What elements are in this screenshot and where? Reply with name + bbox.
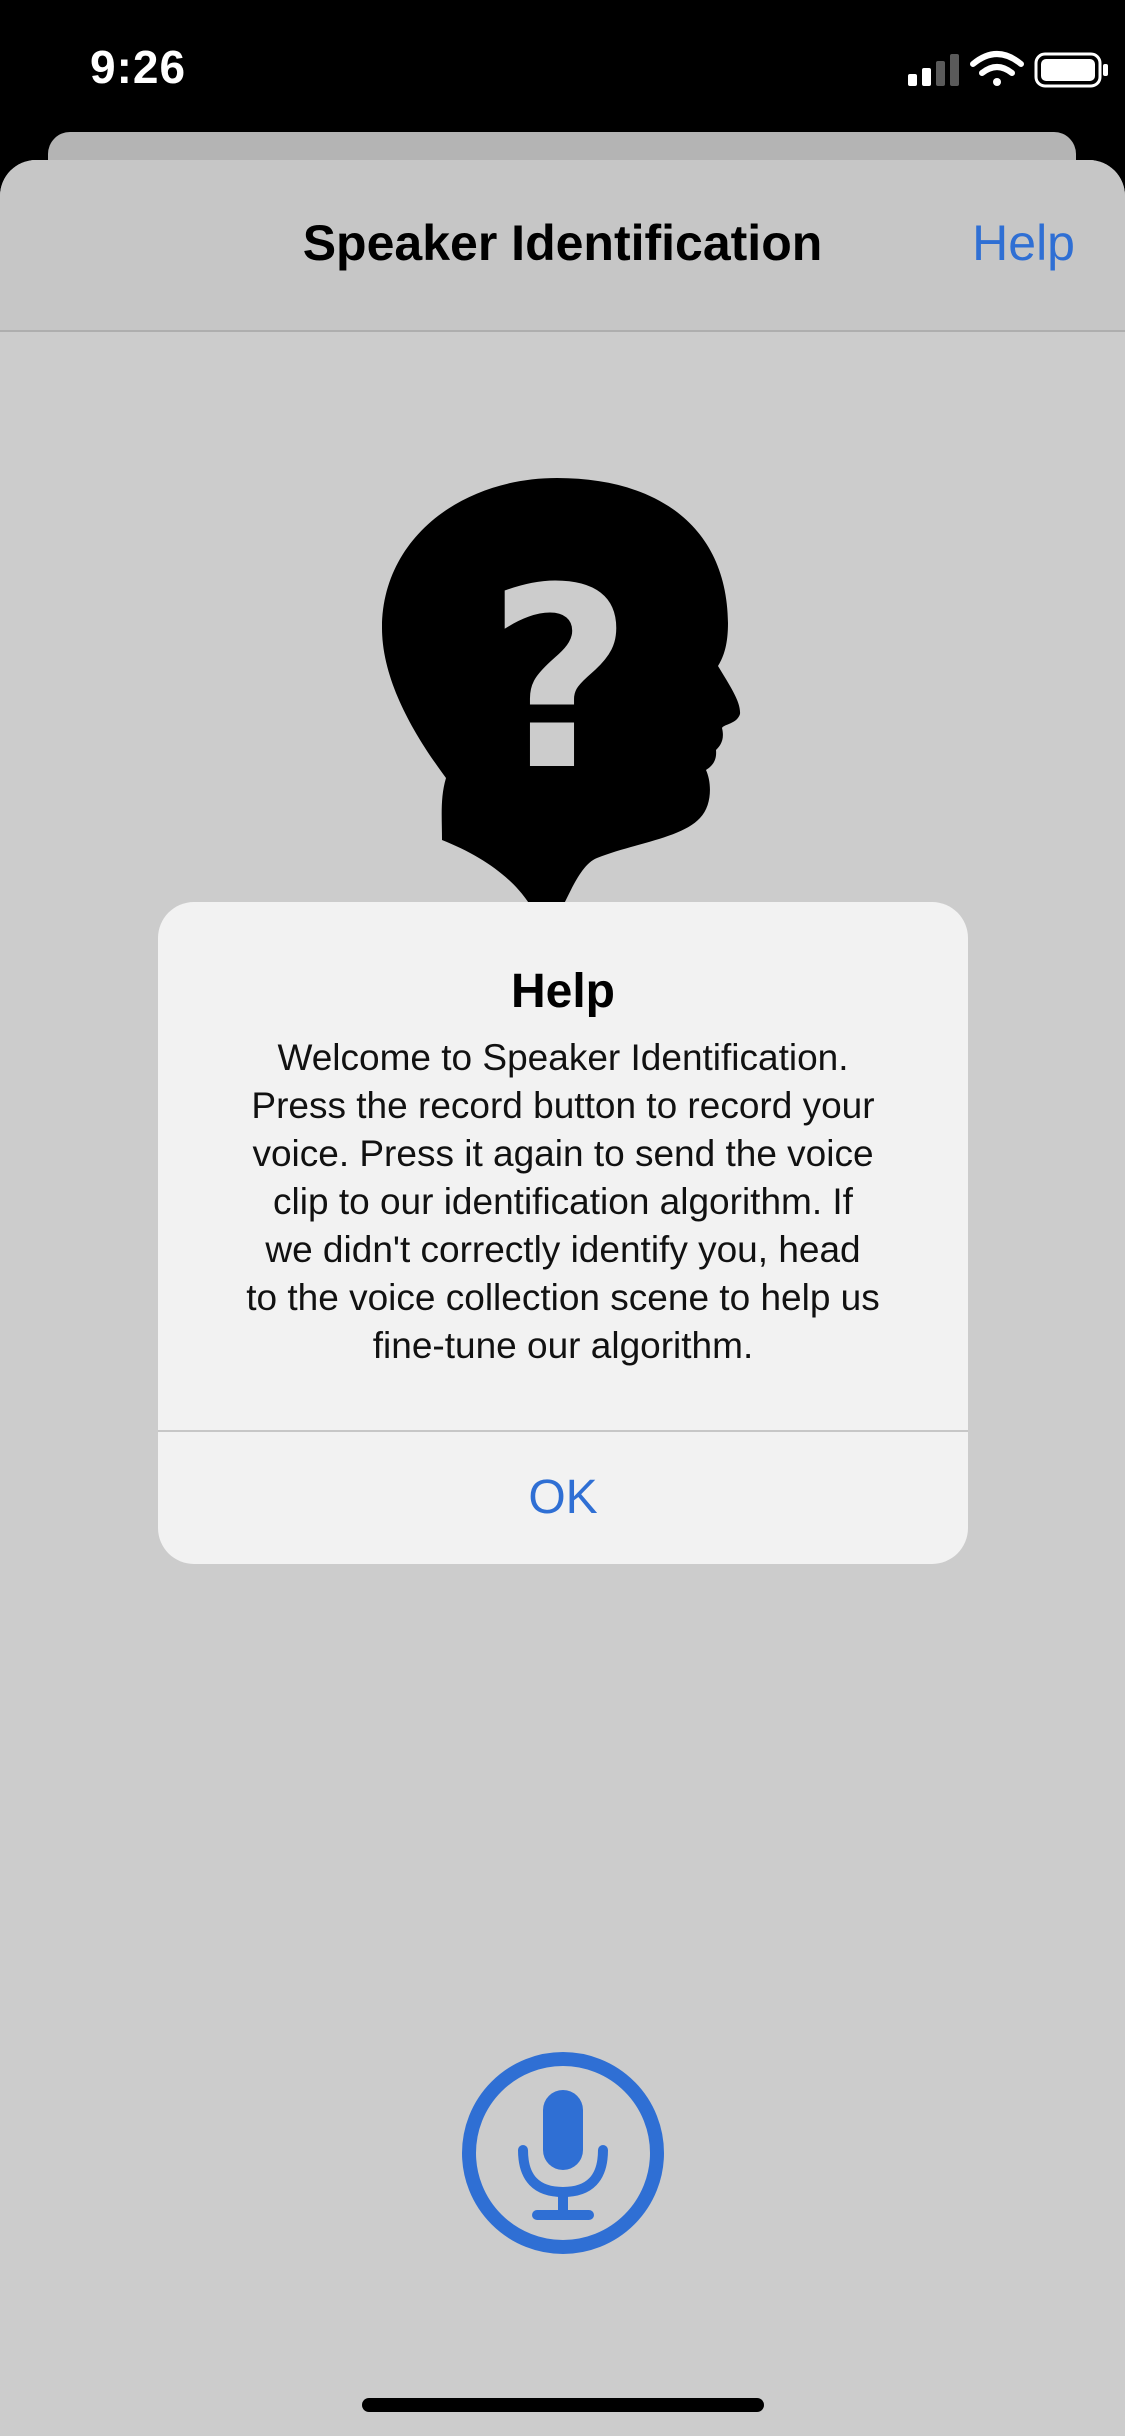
status-bar: 9:26	[0, 0, 1125, 140]
home-indicator[interactable]	[362, 2398, 764, 2412]
navigation-bar: Speaker Identification Help	[0, 160, 1125, 332]
alert-message-line: voice. Press it again to send the voice	[252, 1133, 874, 1174]
status-time: 9:26	[90, 41, 187, 93]
alert-message-line: fine-tune our algorithm.	[372, 1325, 754, 1366]
help-alert: Help Welcome to Speaker Identification. …	[158, 902, 968, 1564]
alert-message-line: to the voice collection scene to help us	[246, 1277, 880, 1318]
battery-icon	[1034, 52, 1108, 88]
alert-title: Help	[510, 965, 615, 1018]
head-question-icon: ?	[382, 478, 741, 908]
alert-message: Welcome to Speaker Identification. Press…	[198, 1034, 928, 1370]
alert-message-line: clip to our identification algorithm. If	[273, 1181, 853, 1222]
alert-message-line: Press the record button to record your	[251, 1085, 875, 1126]
microphone-icon	[518, 2090, 608, 2220]
record-button[interactable]	[460, 2050, 666, 2256]
question-mark: ?	[487, 534, 632, 825]
alert-message-line: Welcome to Speaker Identification.	[277, 1037, 849, 1078]
wifi-icon	[970, 51, 1024, 86]
status-icons	[908, 51, 1108, 88]
ok-button[interactable]: OK	[158, 1432, 968, 1564]
alert-message-line: we didn't correctly identify you, head	[265, 1229, 861, 1270]
page-title: Speaker Identification	[302, 215, 823, 271]
cellular-signal-icon	[908, 54, 959, 86]
help-button[interactable]: Help	[972, 214, 1075, 272]
